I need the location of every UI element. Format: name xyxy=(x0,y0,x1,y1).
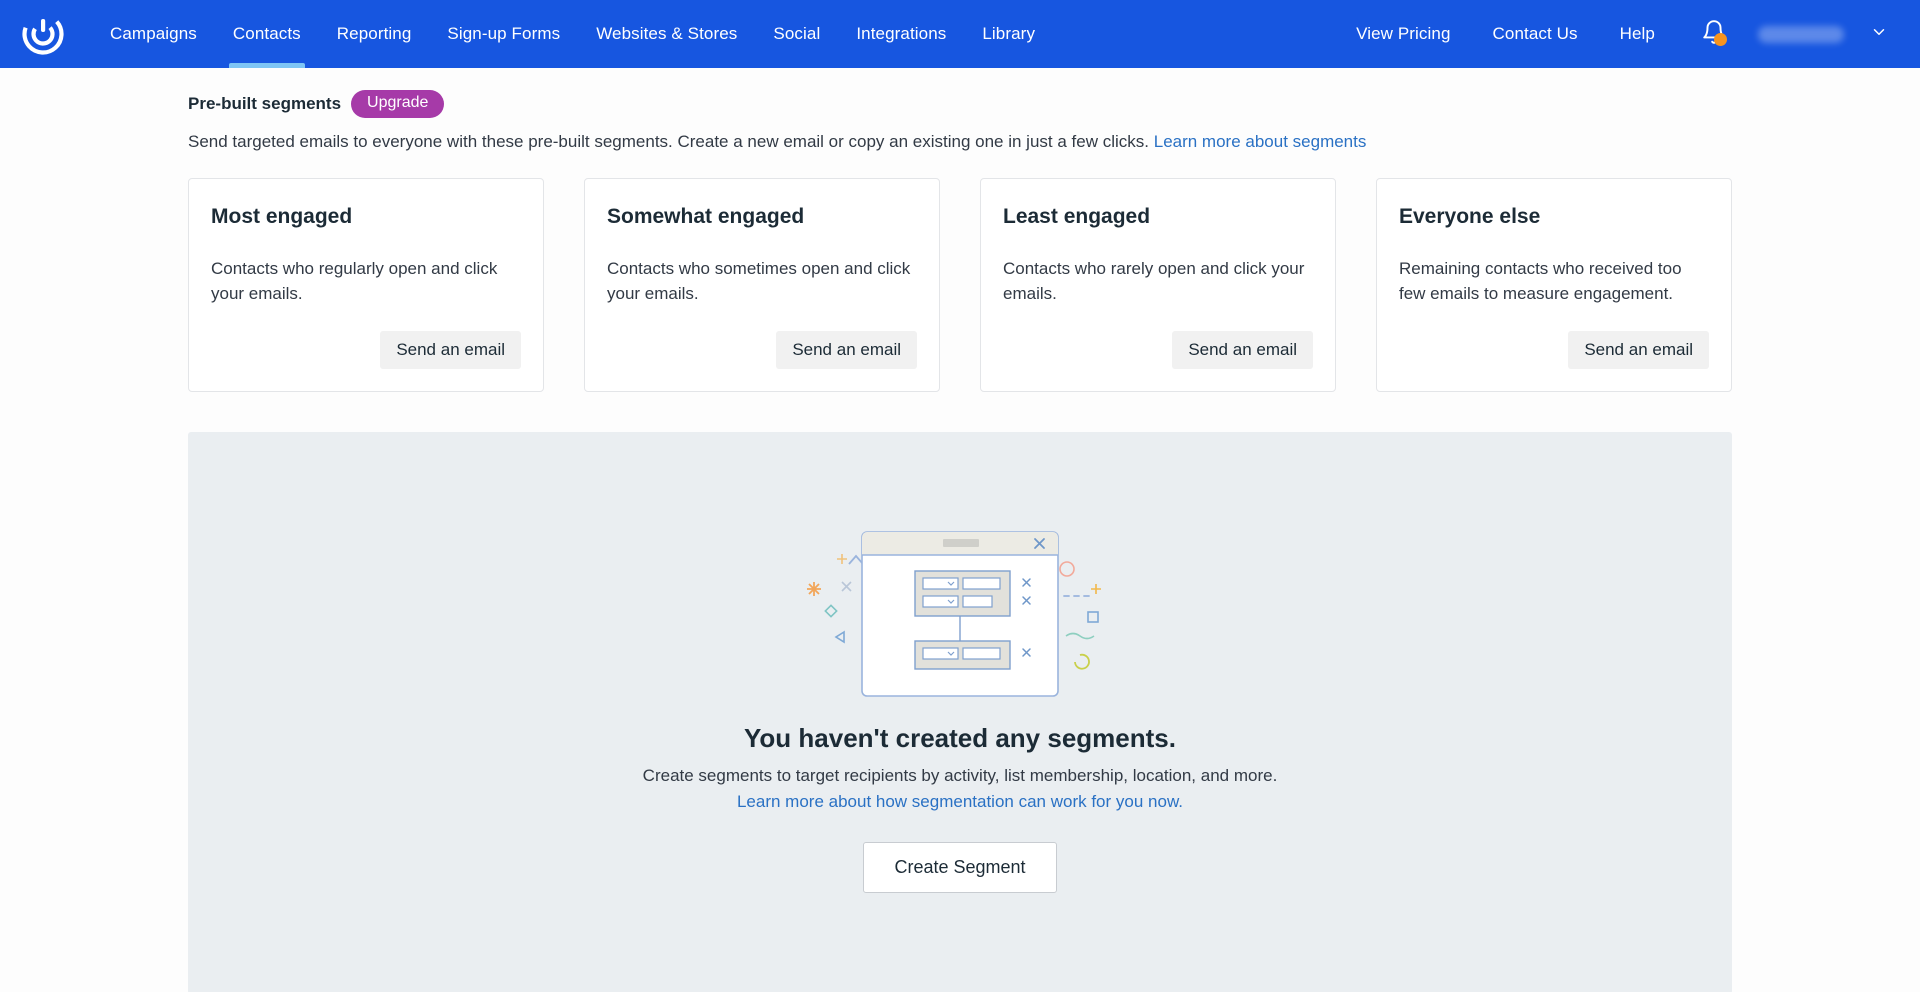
nav-item-contacts[interactable]: Contacts xyxy=(215,0,319,68)
nav-label: Contacts xyxy=(232,24,301,43)
nav-label: Websites & Stores xyxy=(596,24,738,43)
nav-label: Reporting xyxy=(336,24,412,43)
card-title: Least engaged xyxy=(1003,205,1151,228)
segment-card-everyone-else: Everyone else Remaining contacts who rec… xyxy=(1376,178,1732,392)
nav-item-social[interactable]: Social xyxy=(755,0,838,68)
card-title: Everyone else xyxy=(1399,205,1541,228)
learn-more-segments-link[interactable]: Learn more about segments xyxy=(1154,132,1367,151)
page-body: Pre-built segments Upgrade Send targeted… xyxy=(0,68,1920,992)
nav-label: Sign-up Forms xyxy=(447,24,561,43)
segment-builder-illustration xyxy=(800,524,1120,709)
prebuilt-segment-cards: Most engaged Contacts who regularly open… xyxy=(188,178,1732,392)
send-an-email-button[interactable]: Send an email xyxy=(776,331,917,369)
nav-label: Contact Us xyxy=(1492,24,1578,43)
nav-item-signup-forms[interactable]: Sign-up Forms xyxy=(429,0,578,68)
secondary-nav-items: View Pricing Contact Us Help xyxy=(1337,0,1920,68)
card-actions: Send an email xyxy=(1399,331,1709,369)
top-navigation-bar: Campaigns Contacts Reporting Sign-up For… xyxy=(0,0,1920,68)
send-an-email-button[interactable]: Send an email xyxy=(1568,331,1709,369)
app-logo[interactable] xyxy=(0,0,92,68)
notification-alert-dot xyxy=(1714,33,1727,46)
card-description: Remaining contacts who received too few … xyxy=(1399,259,1682,303)
card-description: Contacts who rarely open and click your … xyxy=(1003,259,1305,303)
nav-label: Help xyxy=(1619,24,1655,43)
card-actions: Send an email xyxy=(1003,331,1313,369)
nav-item-integrations[interactable]: Integrations xyxy=(838,0,964,68)
send-an-email-button[interactable]: Send an email xyxy=(380,331,521,369)
account-menu-button[interactable] xyxy=(1862,14,1896,54)
card-actions: Send an email xyxy=(211,331,521,369)
description-text: Send targeted emails to everyone with th… xyxy=(188,132,1149,151)
nav-item-library[interactable]: Library xyxy=(964,0,1053,68)
primary-nav-items: Campaigns Contacts Reporting Sign-up For… xyxy=(92,0,1053,68)
content-container: Pre-built segments Upgrade Send targeted… xyxy=(188,68,1732,992)
constant-contact-logo-icon xyxy=(22,13,64,55)
nav-label: Library xyxy=(982,24,1036,43)
notifications-button[interactable] xyxy=(1692,12,1736,56)
create-segment-button[interactable]: Create Segment xyxy=(863,842,1057,893)
card-description: Contacts who sometimes open and click yo… xyxy=(607,259,911,303)
segmentation-learn-more-link[interactable]: Learn more about how segmentation can wo… xyxy=(737,792,1183,812)
card-title: Somewhat engaged xyxy=(607,205,805,228)
chevron-down-icon xyxy=(1870,23,1888,46)
nav-item-help[interactable]: Help xyxy=(1601,24,1674,44)
segment-card-somewhat-engaged: Somewhat engaged Contacts who sometimes … xyxy=(584,178,940,392)
card-actions: Send an email xyxy=(607,331,917,369)
nav-item-websites-stores[interactable]: Websites & Stores xyxy=(578,0,755,68)
account-name-blurred[interactable] xyxy=(1758,25,1844,43)
card-title: Most engaged xyxy=(211,205,353,228)
nav-item-reporting[interactable]: Reporting xyxy=(319,0,430,68)
prebuilt-segments-description: Send targeted emails to everyone with th… xyxy=(188,132,1732,152)
nav-label: Campaigns xyxy=(110,24,197,43)
nav-item-contact-us[interactable]: Contact Us xyxy=(1474,24,1597,44)
nav-label: View Pricing xyxy=(1356,24,1451,43)
nav-item-view-pricing[interactable]: View Pricing xyxy=(1337,24,1469,44)
prebuilt-segments-header: Pre-built segments Upgrade xyxy=(188,90,1732,118)
card-description: Contacts who regularly open and click yo… xyxy=(211,259,498,303)
segments-empty-state-panel: You haven't created any segments. Create… xyxy=(188,432,1732,992)
nav-item-campaigns[interactable]: Campaigns xyxy=(92,0,215,68)
upgrade-badge[interactable]: Upgrade xyxy=(351,90,445,118)
empty-state-subtitle: Create segments to target recipients by … xyxy=(642,766,1278,785)
segment-card-most-engaged: Most engaged Contacts who regularly open… xyxy=(188,178,544,392)
empty-state-title: You haven't created any segments. xyxy=(744,723,1176,753)
send-an-email-button[interactable]: Send an email xyxy=(1172,331,1313,369)
nav-label: Social xyxy=(773,24,821,43)
segment-card-least-engaged: Least engaged Contacts who rarely open a… xyxy=(980,178,1336,392)
page-title: Pre-built segments xyxy=(188,94,342,113)
nav-label: Integrations xyxy=(856,24,947,43)
